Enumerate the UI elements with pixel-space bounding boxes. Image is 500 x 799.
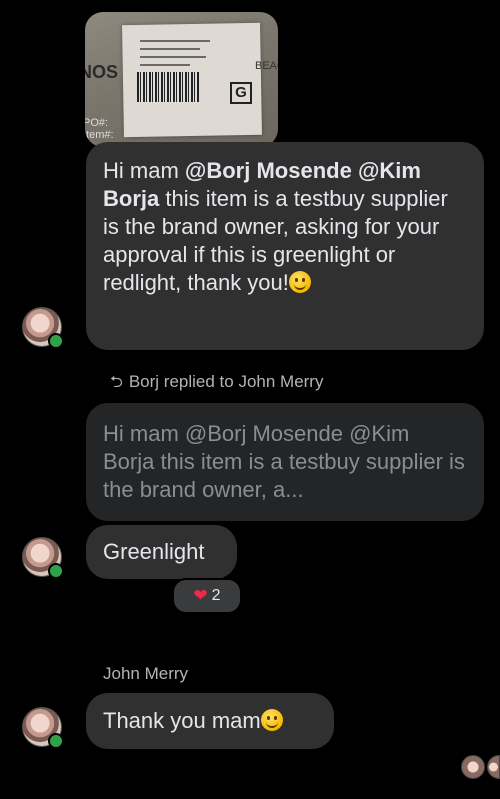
avatar[interactable]	[22, 537, 64, 579]
quoted-message[interactable]: Hi mam @Borj Mosende @Kim Borja this ite…	[86, 403, 484, 521]
sender-name: John Merry	[103, 664, 189, 683]
reply-arrow-icon: ⮌	[110, 374, 123, 391]
message-bubble[interactable]: Hi mam @Borj Mosende @Kim Borja this ite…	[86, 142, 484, 350]
box-text-right: BEAC	[255, 60, 278, 72]
online-status-dot	[48, 733, 64, 749]
smiley-emoji-icon	[260, 709, 283, 731]
message-bubble[interactable]: Thank you mam	[86, 693, 334, 749]
seen-avatar	[461, 755, 485, 779]
label-g-box: G	[230, 82, 252, 104]
attached-photo[interactable]: G NOS BEAC PO#: Item#:	[85, 12, 278, 147]
heart-icon: ❤	[193, 586, 208, 605]
message-bubble[interactable]: Greenlight	[86, 525, 237, 579]
reaction-badge[interactable]: ❤ 2	[172, 578, 242, 614]
online-status-dot	[48, 563, 64, 579]
reaction-count: 2	[211, 587, 221, 604]
seen-avatar	[487, 755, 500, 779]
smiley-emoji-icon	[288, 271, 311, 293]
avatar[interactable]	[22, 307, 64, 349]
box-text-left: NOS	[85, 62, 119, 82]
mention-borj[interactable]: @Borj Mosende	[185, 158, 352, 183]
online-status-dot	[48, 333, 64, 349]
reply-context: ⮌ Borj replied to John Merry	[110, 371, 323, 398]
box-po-label: PO#: Item#:	[85, 117, 114, 141]
barcode	[137, 72, 199, 102]
avatar[interactable]	[22, 707, 64, 749]
